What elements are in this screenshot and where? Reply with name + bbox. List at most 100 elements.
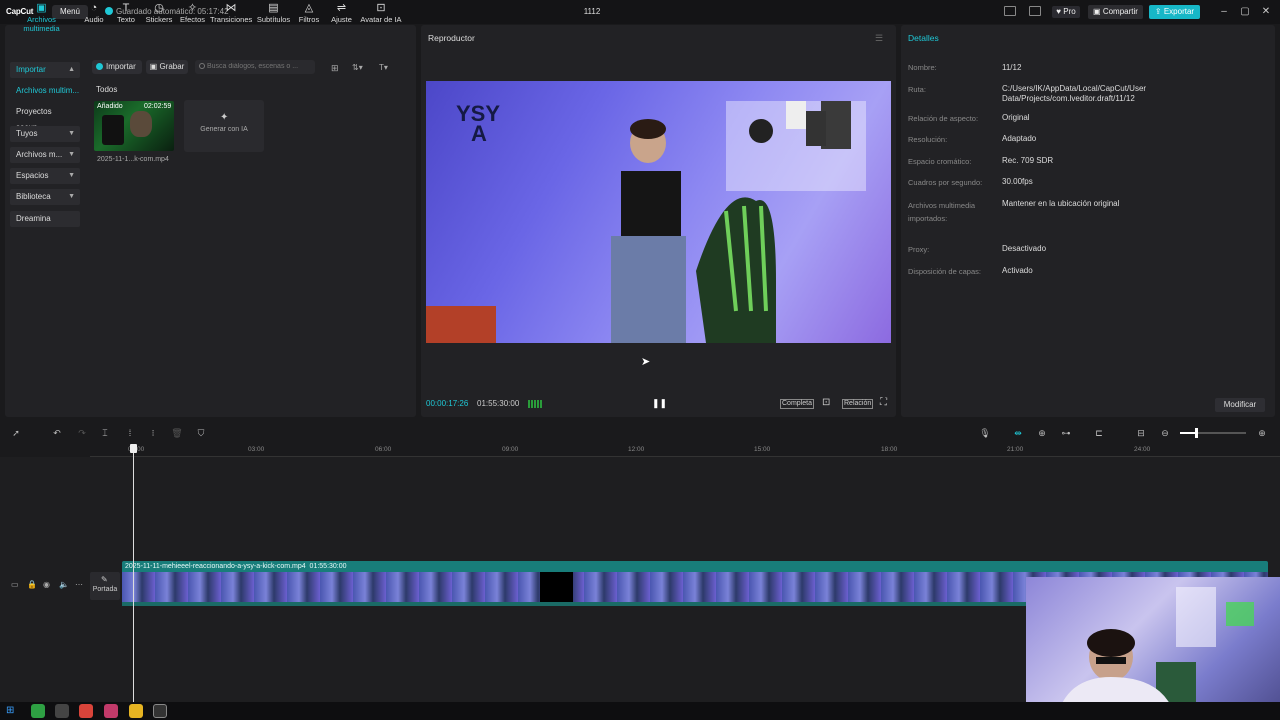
sidebar-item-secondary-projects[interactable]: Proyectos secun... [10, 104, 80, 132]
windows-start-icon[interactable]: ⊞ [6, 705, 14, 716]
player-title: Reproductor [428, 33, 475, 43]
sidebar-item-label: Tuyos [16, 129, 38, 138]
microphone-icon[interactable]: 🎙 [979, 427, 991, 439]
tool-label: Texto [117, 15, 135, 24]
generate-ai-button[interactable]: ✦ Generar con IA [184, 100, 264, 152]
ruler-tick: 06:00 [375, 446, 392, 453]
tool-stickers[interactable]: ◷ Stickers [145, 2, 173, 26]
track-header: ▭ 🔒 ◉ 🔈 ⋯ [0, 572, 90, 600]
minimize-icon[interactable]: – [1217, 5, 1231, 19]
sidebar-item-label: Biblioteca [16, 192, 51, 201]
cover-label: Portada [92, 586, 118, 593]
search-input[interactable] [195, 60, 315, 74]
menu-icon[interactable]: ☰ [875, 33, 883, 44]
pause-button[interactable]: ❚❚ [652, 397, 667, 409]
tool-text[interactable]: T Texto [115, 2, 137, 26]
link-icon[interactable]: ⇹ [1012, 427, 1024, 439]
maximize-icon[interactable]: ▢ [1238, 5, 1252, 19]
sidebar-item-import[interactable]: Importar ▲ [10, 62, 80, 78]
close-icon[interactable]: ✕ [1259, 5, 1273, 19]
redo-icon[interactable]: ↷ [76, 427, 88, 439]
sort-icon[interactable]: ⇅▾ [352, 63, 363, 72]
tool-avatar[interactable]: ⊡ Avatar de IA [360, 2, 402, 26]
sidebar-item-library[interactable]: Biblioteca ▼ [10, 189, 80, 205]
export-button[interactable]: ⇪ Exportar [1149, 5, 1200, 19]
media-duration: 02:02:59 [144, 103, 172, 110]
lock-icon[interactable]: 🔒 [27, 580, 37, 589]
ruler-tick: 21:00 [1007, 446, 1024, 453]
delete-icon[interactable]: 🗑 [171, 427, 183, 439]
track-box-icon[interactable]: ▭ [11, 580, 19, 589]
more-icon[interactable]: ⋯ [75, 580, 83, 589]
modify-button[interactable]: Modificar [1215, 398, 1265, 412]
aspect-ratio-button[interactable]: Relación [842, 399, 874, 409]
zoom-in-icon[interactable]: ⊕ [1256, 427, 1268, 439]
detail-value: Activado [1002, 266, 1033, 275]
sidebar-item-spaces[interactable]: Espacios ▼ [10, 168, 80, 184]
app-icon[interactable] [104, 704, 118, 718]
detail-value: Mantener en la ubicación original [1002, 199, 1120, 208]
clip-header[interactable]: 2025-11-11-mehieeel-reaccionando-a-ysy-a… [122, 561, 1268, 572]
zoom-out-icon[interactable]: ⊖ [1159, 427, 1171, 439]
search-icon [199, 63, 205, 69]
thumbnail-face [130, 111, 152, 137]
folder-icon[interactable] [129, 704, 143, 718]
preview-axis-icon[interactable]: ⊏ [1093, 427, 1105, 439]
undo-icon[interactable]: ↶ [51, 427, 63, 439]
grid-view-icon[interactable]: ⊞ [331, 63, 339, 74]
chain-icon[interactable]: ⊶ [1060, 427, 1072, 439]
capcut-taskbar-icon[interactable] [153, 704, 167, 718]
filter-icon[interactable]: T▾ [379, 63, 388, 72]
tool-label: Archivos multimedia [23, 15, 60, 33]
sidebar-item-dreamina[interactable]: Dreamina [10, 211, 80, 227]
caption-icon[interactable]: ⊟ [1135, 427, 1147, 439]
ruler-tick: 12:00 [628, 446, 645, 453]
snapshot-icon[interactable]: ⊡ [822, 397, 830, 408]
sidebar-item-yours[interactable]: Tuyos ▼ [10, 126, 80, 142]
select-tool-icon[interactable]: ➚ [10, 427, 22, 439]
zoom-slider-handle[interactable] [1195, 428, 1198, 438]
split-icon[interactable]: ⌶ [99, 427, 111, 439]
tool-filters[interactable]: ◬ Filtros [297, 2, 321, 26]
tool-media[interactable]: ▣ Archivos multimedia [8, 2, 75, 33]
record-button[interactable]: ▣ Grabar [146, 60, 188, 74]
shield-icon[interactable]: ⛉ [195, 427, 207, 439]
tool-effects[interactable]: ✧ Efectos [179, 2, 206, 26]
magnet-icon[interactable]: ⊕ [1036, 427, 1048, 439]
playhead-handle[interactable] [130, 444, 137, 453]
speaker-icon[interactable]: 🔈 [59, 580, 69, 589]
tool-label: Efectos [179, 15, 205, 24]
split-left-icon[interactable]: ⁞ [124, 427, 136, 439]
tool-subtitles[interactable]: ▤ Subtítulos [256, 2, 291, 26]
tool-audio[interactable]: ◔ Audio [82, 2, 106, 26]
text-icon: T [122, 2, 130, 14]
filters-icon: ◬ [304, 2, 314, 14]
detail-label: Proxy: [908, 245, 930, 254]
detail-value: C:/Users/IK/AppData/Local/CapCut/User Da… [1002, 84, 1147, 103]
full-quality-button[interactable]: Completa [780, 399, 814, 409]
video-preview[interactable]: YSY A [426, 81, 891, 343]
fullscreen-icon[interactable]: ⛶ [880, 397, 887, 408]
tool-adjust[interactable]: ⇌ Ajuste [329, 2, 354, 26]
detail-value: Desactivado [1002, 244, 1047, 253]
playhead[interactable] [133, 444, 134, 702]
sparkle-icon: ✦ [220, 112, 229, 123]
tool-transitions[interactable]: ⋈ Transiciones [210, 2, 252, 26]
chevron-down-icon: ▼ [68, 193, 75, 200]
import-button[interactable]: Importar [92, 60, 142, 74]
media-icon: ▣ [36, 2, 47, 14]
cover-button[interactable]: ✎ Portada [90, 572, 120, 600]
detail-label: Archivos multimedia importados: [908, 201, 976, 223]
share-button[interactable]: ▣ Compartir [1088, 5, 1143, 19]
split-right-icon[interactable]: ⁝ [147, 427, 159, 439]
brave-icon[interactable] [79, 704, 93, 718]
eye-icon[interactable]: ◉ [43, 580, 50, 589]
layout-icon[interactable] [1004, 6, 1016, 16]
media-filename: 2025-11-1...k-com.mp4 [97, 156, 169, 163]
sidebar-item-media[interactable]: Archivos multim... [10, 83, 80, 99]
pro-button[interactable]: ♥ Pro [1052, 6, 1080, 18]
obs-icon[interactable] [55, 704, 69, 718]
shortcut-icon[interactable] [1029, 6, 1041, 16]
sidebar-item-files[interactable]: Archivos m... ▼ [10, 147, 80, 163]
spotify-icon[interactable] [31, 704, 45, 718]
